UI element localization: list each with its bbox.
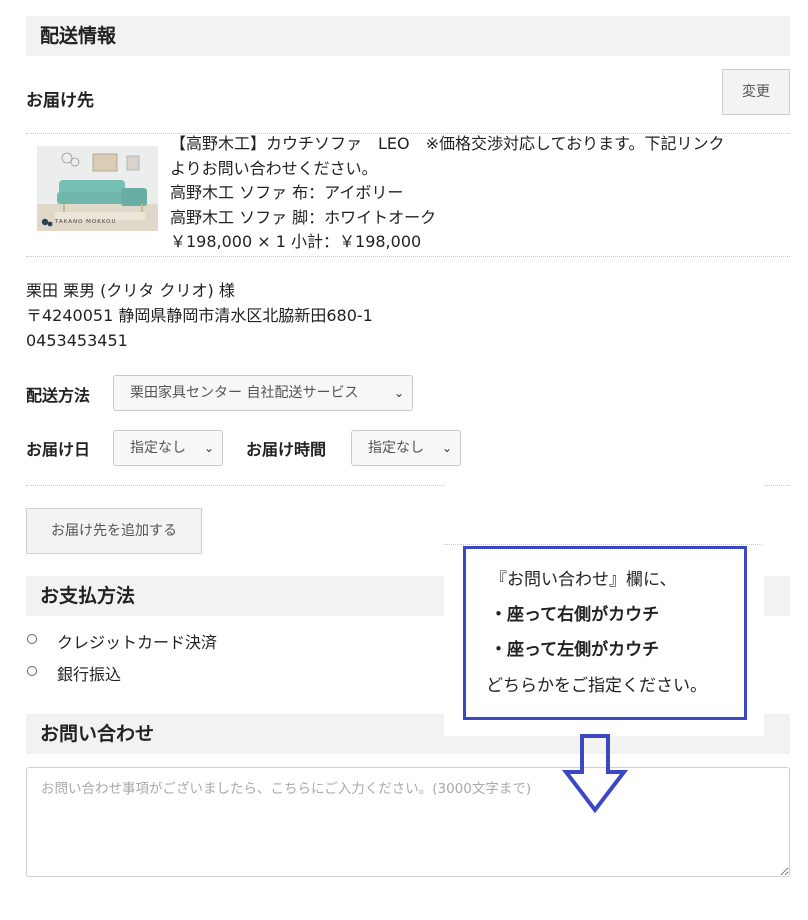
delivery-date-value: 指定なし xyxy=(130,440,186,456)
product-thumbnail[interactable]: TAKANO MOKKOU xyxy=(37,146,158,231)
recipient-address: 〒4240051 静岡県静岡市清水区北脇新田680-1 xyxy=(26,306,373,325)
recipient-name: 栗田 栗男 (クリタ クリオ) 様 xyxy=(26,281,235,300)
delivery-time-label: お届け時間 xyxy=(246,440,327,459)
destination-label: お届け先 xyxy=(26,91,94,111)
delivery-method-select[interactable]: 栗田家具センター 自社配送サービス ⌄ xyxy=(113,375,413,411)
chevron-down-icon: ⌄ xyxy=(441,441,452,455)
delivery-method-label: 配送方法 xyxy=(26,386,91,405)
thumb-brand-text: TAKANO MOKKOU xyxy=(55,219,117,225)
credit-card-label[interactable]: クレジットカード決済 xyxy=(57,629,217,653)
arrow-down-icon xyxy=(561,734,629,814)
delivery-date-select[interactable]: 指定なし ⌄ xyxy=(113,430,223,466)
annotation-line3: ・座って左側がカウチ xyxy=(490,640,660,660)
recipient-info: 栗田 栗男 (クリタ クリオ) 様 〒4240051 静岡県静岡市清水区北脇新田… xyxy=(26,278,373,353)
product-option-legs: 高野木工 ソファ 脚：ホワイトオーク xyxy=(170,207,437,227)
product-title-line2: よりお問い合わせください。 xyxy=(170,158,378,178)
delivery-date-label: お届け日 xyxy=(26,440,91,459)
divider xyxy=(444,544,762,545)
annotation-line2: ・座って右側がカウチ xyxy=(490,605,660,625)
annotation-line4: どちらかをご指定ください。 xyxy=(486,676,707,696)
annotation-callout: 『お問い合わせ』欄に、 ・座って右側がカウチ ・座って左側がカウチ どちらかをご… xyxy=(463,546,747,720)
product-info: 【高野木工】カウチソファ LEO ※価格交渉対応しております。下記リンク よりお… xyxy=(170,132,724,255)
delivery-time-value: 指定なし xyxy=(368,440,424,456)
product-title-line1: 【高野木工】カウチソファ LEO ※価格交渉対応しております。下記リンク xyxy=(170,134,725,153)
bank-transfer-radio[interactable] xyxy=(27,666,37,676)
inquiry-textarea[interactable] xyxy=(26,767,790,877)
annotation-backdrop xyxy=(444,484,764,546)
annotation-backdrop xyxy=(444,546,464,736)
bank-transfer-label[interactable]: 銀行振込 xyxy=(57,661,121,685)
annotation-line1: 『お問い合わせ』欄に、 xyxy=(490,570,677,590)
credit-card-radio[interactable] xyxy=(27,634,37,644)
product-option-fabric: 高野木工 ソファ 布：アイボリー xyxy=(170,183,404,202)
shipping-section-title: 配送情報 xyxy=(26,16,790,56)
product-price-line: ￥198,000 × 1 小計：￥198,000 xyxy=(170,232,422,251)
delivery-method-value: 栗田家具センター 自社配送サービス xyxy=(130,385,359,401)
recipient-phone: 0453453451 xyxy=(26,331,128,350)
divider xyxy=(26,256,790,257)
change-destination-button[interactable]: 変更 xyxy=(722,69,790,115)
annotation-backdrop xyxy=(746,546,764,736)
add-destination-button[interactable]: お届け先を追加する xyxy=(26,508,202,554)
chevron-down-icon: ⌄ xyxy=(203,441,214,455)
chevron-down-icon: ⌄ xyxy=(393,386,404,400)
delivery-time-select[interactable]: 指定なし ⌄ xyxy=(351,430,461,466)
